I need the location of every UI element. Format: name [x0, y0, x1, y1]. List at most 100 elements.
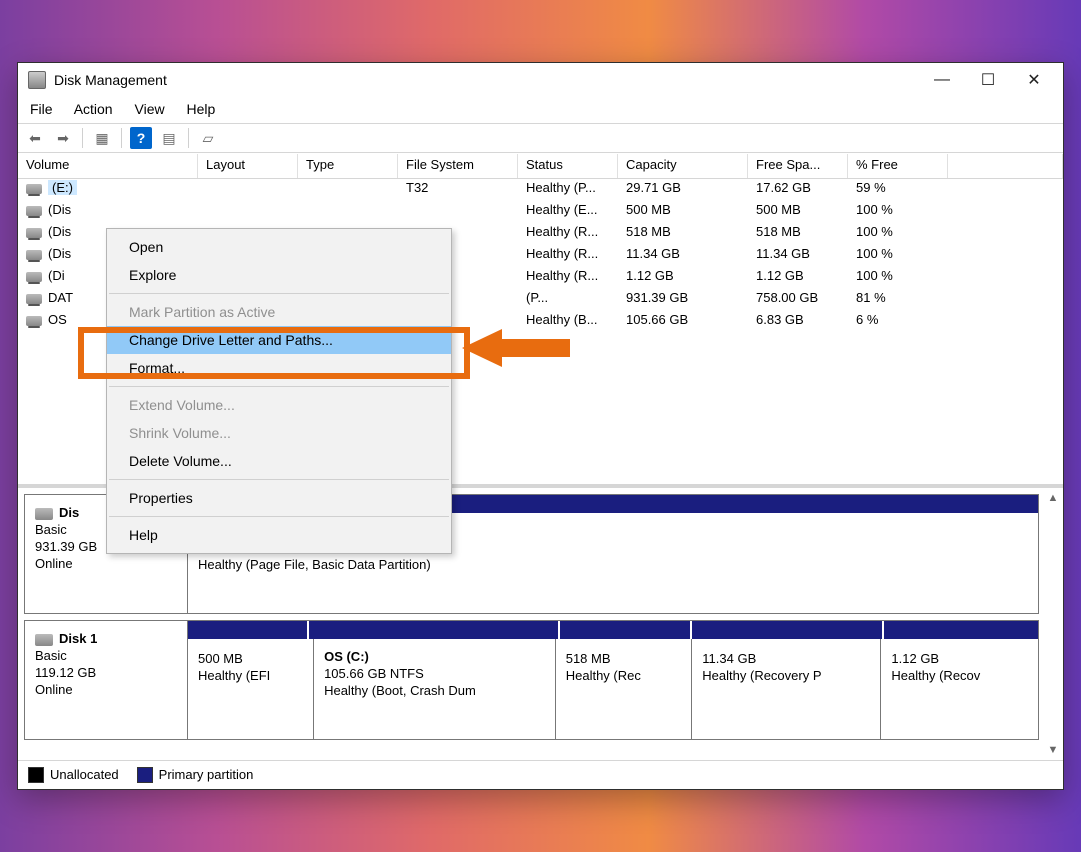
- close-button[interactable]: ✕: [1011, 65, 1057, 95]
- menu-view[interactable]: View: [135, 101, 165, 117]
- table-row[interactable]: (DisHealthy (E...500 MB500 MB100 %: [18, 201, 1063, 223]
- legend-primary-label: Primary partition: [159, 767, 254, 782]
- table-cell: 100 %: [848, 245, 948, 267]
- disk1-partition[interactable]: 11.34 GBHealthy (Recovery P: [692, 639, 881, 739]
- volume-icon: [26, 184, 42, 194]
- col-capacity[interactable]: Capacity: [618, 154, 748, 178]
- ctx-separator: [109, 479, 449, 480]
- toolbar-separator: [188, 128, 189, 148]
- part-size: 500 MB: [198, 651, 303, 666]
- back-button[interactable]: ⬅: [24, 127, 46, 149]
- ctx-format[interactable]: Format...: [107, 354, 451, 382]
- disk-icon: [35, 508, 53, 520]
- table-cell: [948, 179, 1063, 201]
- table-cell: [948, 201, 1063, 223]
- ctx-help[interactable]: Help: [107, 521, 451, 549]
- disk1-state: Online: [35, 682, 177, 697]
- menu-help[interactable]: Help: [186, 101, 215, 117]
- col-volume[interactable]: Volume: [18, 154, 198, 178]
- table-cell: 1.12 GB: [748, 267, 848, 289]
- details-button[interactable]: ▤: [158, 127, 180, 149]
- table-cell: Healthy (R...: [518, 267, 618, 289]
- disk0-state: Online: [35, 556, 177, 571]
- table-cell: 11.34 GB: [748, 245, 848, 267]
- menu-action[interactable]: Action: [74, 101, 113, 117]
- table-cell: 11.34 GB: [618, 245, 748, 267]
- scroll-up-icon[interactable]: ▲: [1046, 492, 1060, 504]
- col-filesystem[interactable]: File System: [398, 154, 518, 178]
- properties-button[interactable]: ▱: [197, 127, 219, 149]
- table-cell: (E:): [18, 179, 198, 201]
- col-type[interactable]: Type: [298, 154, 398, 178]
- col-spacer: [948, 154, 1063, 178]
- table-cell: Healthy (E...: [518, 201, 618, 223]
- app-icon: [28, 71, 46, 89]
- legend-primary: Primary partition: [137, 767, 254, 784]
- disk1-partition[interactable]: 1.12 GBHealthy (Recov: [881, 639, 1038, 739]
- col-status[interactable]: Status: [518, 154, 618, 178]
- ctx-explore[interactable]: Explore: [107, 261, 451, 289]
- table-cell: 518 MB: [748, 223, 848, 245]
- table-cell: [948, 311, 1063, 333]
- ctx-open[interactable]: Open: [107, 233, 451, 261]
- col-freespace[interactable]: Free Spa...: [748, 154, 848, 178]
- ctx-separator: [109, 386, 449, 387]
- forward-button[interactable]: ➡: [52, 127, 74, 149]
- disk1-label: Disk 1 Basic 119.12 GB Online: [25, 621, 188, 739]
- disk1-partition-bar: [188, 621, 1038, 639]
- table-cell: 931.39 GB: [618, 289, 748, 311]
- disk1-partition[interactable]: OS (C:)105.66 GB NTFSHealthy (Boot, Cras…: [314, 639, 556, 739]
- disk1-type: Basic: [35, 648, 177, 663]
- legend-unallocated: Unallocated: [28, 767, 119, 784]
- disk1-partition[interactable]: 518 MBHealthy (Rec: [556, 639, 693, 739]
- table-cell: [948, 267, 1063, 289]
- titlebar[interactable]: Disk Management — ☐ ✕: [18, 63, 1063, 97]
- table-cell: 758.00 GB: [748, 289, 848, 311]
- disk-icon: [35, 634, 53, 646]
- help-button[interactable]: ?: [130, 127, 152, 149]
- ctx-shrink-volume: Shrink Volume...: [107, 419, 451, 447]
- ctx-extend-volume: Extend Volume...: [107, 391, 451, 419]
- column-headers: Volume Layout Type File System Status Ca…: [18, 153, 1063, 179]
- disk-block-1[interactable]: Disk 1 Basic 119.12 GB Online 500 MB Heal…: [24, 620, 1039, 740]
- part-status: Healthy (Boot, Crash Dum: [324, 683, 545, 698]
- minimize-button[interactable]: —: [919, 65, 965, 95]
- table-row[interactable]: (E:)T32Healthy (P...29.71 GB17.62 GB59 %: [18, 179, 1063, 201]
- table-cell: 100 %: [848, 201, 948, 223]
- ctx-change-drive-letter[interactable]: Change Drive Letter and Paths...: [107, 326, 451, 354]
- part-status: Healthy (Recov: [891, 668, 1028, 683]
- close-icon: ✕: [1027, 70, 1040, 90]
- table-cell: Healthy (R...: [518, 245, 618, 267]
- table-cell: 29.71 GB: [618, 179, 748, 201]
- table-cell: Healthy (P...: [518, 179, 618, 201]
- view-list-button[interactable]: ▦: [91, 127, 113, 149]
- disk1-partition[interactable]: 500 MB Healthy (EFI: [188, 639, 314, 739]
- part-status: Healthy (EFI: [198, 668, 303, 683]
- ctx-delete-volume[interactable]: Delete Volume...: [107, 447, 451, 475]
- minimize-icon: —: [934, 71, 950, 89]
- disk1-name: Disk 1: [59, 631, 97, 646]
- table-cell: 59 %: [848, 179, 948, 201]
- window-title: Disk Management: [54, 72, 919, 88]
- part-status: Healthy (Recovery P: [702, 668, 870, 683]
- ctx-mark-active: Mark Partition as Active: [107, 298, 451, 326]
- volume-icon: [26, 316, 42, 326]
- table-cell: 500 MB: [618, 201, 748, 223]
- table-cell: (P...: [518, 289, 618, 311]
- ctx-separator: [109, 293, 449, 294]
- ctx-properties[interactable]: Properties: [107, 484, 451, 512]
- legend-swatch-black: [28, 767, 44, 783]
- disk0-name: Dis: [59, 505, 79, 520]
- ctx-separator: [109, 516, 449, 517]
- table-cell: 6 %: [848, 311, 948, 333]
- col-layout[interactable]: Layout: [198, 154, 298, 178]
- maximize-button[interactable]: ☐: [965, 65, 1011, 95]
- table-cell: Healthy (R...: [518, 223, 618, 245]
- table-cell: 17.62 GB: [748, 179, 848, 201]
- table-cell: 105.66 GB: [618, 311, 748, 333]
- col-pctfree[interactable]: % Free: [848, 154, 948, 178]
- table-cell: (Dis: [18, 201, 198, 223]
- table-cell: 100 %: [848, 223, 948, 245]
- menu-file[interactable]: File: [30, 101, 53, 117]
- scroll-down-icon[interactable]: ▼: [1046, 744, 1060, 756]
